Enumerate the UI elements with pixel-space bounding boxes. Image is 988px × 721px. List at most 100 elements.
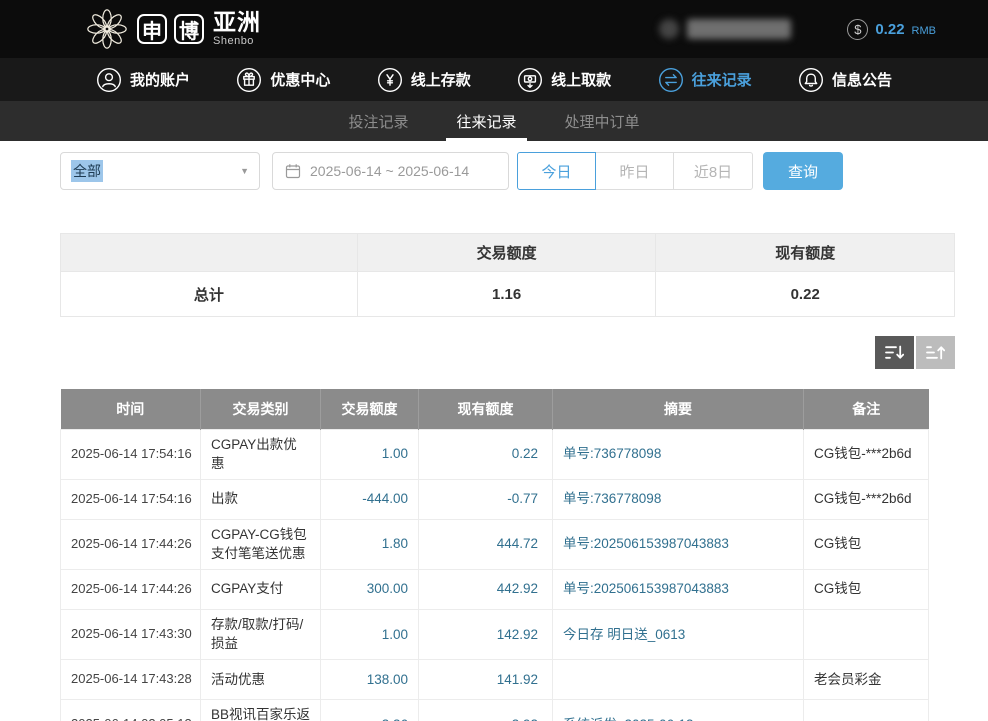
nav-label: 信息公告 xyxy=(832,69,892,90)
quick-date-buttons: 今日 昨日 近8日 xyxy=(517,152,753,190)
cell-remark: CG钱包-***2b6d xyxy=(804,479,929,519)
cell-time: 2025-06-14 17:43:28 xyxy=(61,659,201,699)
cell-balance: 444.72 xyxy=(419,519,553,569)
cell-time: 2025-06-14 17:43:30 xyxy=(61,609,201,659)
cell-summary: 系统派发_2025-06-13 xyxy=(553,699,804,721)
category-select[interactable]: 全部 ▼ xyxy=(60,152,260,190)
table-row: 2025-06-14 17:54:16 出款 -444.00 -0.77 单号:… xyxy=(61,479,929,519)
header-summary: 摘要 xyxy=(553,389,804,429)
nav-label: 往来记录 xyxy=(692,69,752,90)
logo-char-bo: 博 xyxy=(174,14,204,44)
chevron-down-icon: ▼ xyxy=(240,166,249,176)
nav-item-my-account[interactable]: 我的账户 xyxy=(96,67,190,93)
summary-total-balance: 0.22 xyxy=(656,272,955,317)
cell-type: CGPAY支付 xyxy=(201,569,321,609)
withdraw-icon xyxy=(517,67,543,93)
transfer-records-icon xyxy=(658,67,684,93)
cell-amount: 3.36 xyxy=(321,699,419,721)
user-icon xyxy=(96,67,122,93)
nav-item-promotions[interactable]: 优惠中心 xyxy=(236,67,330,93)
logo-char-shen: 申 xyxy=(137,14,167,44)
nav-label: 线上存款 xyxy=(411,69,471,90)
cell-remark: CG钱包-***2b6d xyxy=(804,429,929,479)
table-row: 2025-06-14 17:44:26 CGPAY支付 300.00 442.9… xyxy=(61,569,929,609)
header-type: 交易类别 xyxy=(201,389,321,429)
records-subtabs: 投注记录 往来记录 处理中订单 xyxy=(0,101,988,141)
sort-descending-button[interactable] xyxy=(875,336,914,369)
sort-toolbar xyxy=(60,336,955,369)
brand-subtitle: Shenbo xyxy=(213,36,261,47)
avatar xyxy=(659,19,679,39)
balance-amount: 0.22 xyxy=(875,21,904,38)
cell-balance: 0.22 xyxy=(419,429,553,479)
cell-time: 2025-06-14 17:44:26 xyxy=(61,569,201,609)
tab-processing-orders[interactable]: 处理中订单 xyxy=(555,101,650,141)
search-button[interactable]: 查询 xyxy=(763,152,843,190)
lotus-flower-icon xyxy=(84,6,130,52)
table-row: 2025-06-14 17:43:30 存款/取款/打码/损益 1.00 142… xyxy=(61,609,929,659)
cell-amount: 1.00 xyxy=(321,429,419,479)
cell-amount: 1.80 xyxy=(321,519,419,569)
cell-amount: -444.00 xyxy=(321,479,419,519)
cell-type: BB视讯百家乐返点 xyxy=(201,699,321,721)
sort-descending-icon xyxy=(885,345,904,360)
top-header: 申 博 亚洲 Shenbo $ 0.22 RMB xyxy=(0,0,988,58)
cell-amount: 138.00 xyxy=(321,659,419,699)
nav-label: 线上取款 xyxy=(551,69,611,90)
summary-total-label: 总计 xyxy=(61,272,358,317)
cell-balance: 141.92 xyxy=(419,659,553,699)
cell-time: 2025-06-14 02:05:13 xyxy=(61,699,201,721)
account-balance: $ 0.22 RMB xyxy=(847,19,936,40)
cell-time: 2025-06-14 17:54:16 xyxy=(61,479,201,519)
cell-balance: -0.77 xyxy=(419,479,553,519)
tab-betting-records[interactable]: 投注记录 xyxy=(338,101,418,141)
dollar-icon: $ xyxy=(847,19,868,40)
username-redacted xyxy=(659,19,791,39)
username-blur-pill xyxy=(687,19,791,39)
cell-balance: 3.92 xyxy=(419,699,553,721)
calendar-icon xyxy=(285,163,301,179)
header-right: $ 0.22 RMB xyxy=(659,19,936,40)
cell-type: 存款/取款/打码/损益 xyxy=(201,609,321,659)
date-range-picker[interactable]: 2025-06-14 ~ 2025-06-14 xyxy=(272,152,509,190)
yesterday-button[interactable]: 昨日 xyxy=(595,152,674,190)
tab-transfer-records[interactable]: 往来记录 xyxy=(446,101,526,141)
cell-type: CGPAY出款优惠 xyxy=(201,429,321,479)
announcement-bell-icon xyxy=(798,67,824,93)
summary-header-empty xyxy=(61,234,358,272)
summary-total-transaction: 1.16 xyxy=(357,272,656,317)
summary-table: 交易额度 现有额度 总计 1.16 0.22 xyxy=(60,233,955,317)
cell-summary: 单号:202506153987043883 xyxy=(553,519,804,569)
brand-logo[interactable]: 申 博 亚洲 Shenbo xyxy=(84,6,261,52)
nav-item-transfer-records[interactable]: 往来记录 xyxy=(658,67,752,93)
cell-remark xyxy=(804,699,929,721)
cell-type: CGPAY-CG钱包支付笔笔送优惠 xyxy=(201,519,321,569)
sort-ascending-button[interactable] xyxy=(916,336,955,369)
cell-type: 出款 xyxy=(201,479,321,519)
category-select-value: 全部 xyxy=(71,160,103,182)
cell-summary: 单号:202506153987043883 xyxy=(553,569,804,609)
nav-label: 我的账户 xyxy=(130,69,190,90)
cell-remark: 老会员彩金 xyxy=(804,659,929,699)
cell-balance: 142.92 xyxy=(419,609,553,659)
cell-time: 2025-06-14 17:54:16 xyxy=(61,429,201,479)
summary-header-balance: 现有额度 xyxy=(656,234,955,272)
summary-total-row: 总计 1.16 0.22 xyxy=(61,272,955,317)
records-header-row: 时间 交易类别 交易额度 现有额度 摘要 备注 xyxy=(61,389,929,429)
table-row: 2025-06-14 17:43:28 活动优惠 138.00 141.92 老… xyxy=(61,659,929,699)
cell-remark xyxy=(804,609,929,659)
header-remark: 备注 xyxy=(804,389,929,429)
date-range-value: 2025-06-14 ~ 2025-06-14 xyxy=(310,163,469,179)
header-balance: 现有额度 xyxy=(419,389,553,429)
table-row: 2025-06-14 17:44:26 CGPAY-CG钱包支付笔笔送优惠 1.… xyxy=(61,519,929,569)
nav-item-announcements[interactable]: 信息公告 xyxy=(798,67,892,93)
main-navigation: 我的账户 优惠中心 线上存款 线上取款 xyxy=(0,58,988,101)
cell-remark: CG钱包 xyxy=(804,519,929,569)
cell-time: 2025-06-14 17:44:26 xyxy=(61,519,201,569)
nav-item-online-deposit[interactable]: 线上存款 xyxy=(377,67,471,93)
nav-item-online-withdrawal[interactable]: 线上取款 xyxy=(517,67,611,93)
today-button[interactable]: 今日 xyxy=(517,152,596,190)
filter-bar: 全部 ▼ 2025-06-14 ~ 2025-06-14 今日 昨日 近8日 查… xyxy=(60,152,988,190)
summary-header-transaction: 交易额度 xyxy=(357,234,656,272)
last-8-days-button[interactable]: 近8日 xyxy=(673,152,753,190)
